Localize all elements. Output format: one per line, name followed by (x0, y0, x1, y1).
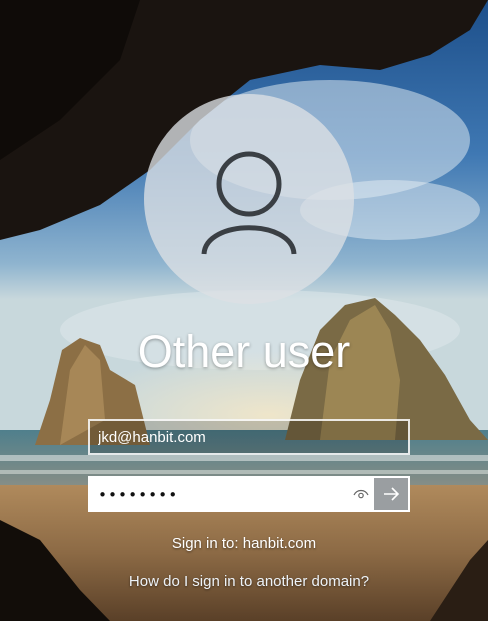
eye-icon[interactable] (352, 486, 370, 502)
submit-button[interactable] (374, 478, 408, 510)
account-name: Other user (137, 326, 351, 377)
password-input[interactable] (96, 478, 350, 512)
arrow-right-icon (384, 487, 400, 501)
lock-screen: Other user Sign in to: hanbit.com How do… (0, 0, 488, 621)
user-silhouette-icon (201, 151, 297, 255)
username-input[interactable] (88, 419, 410, 455)
password-field[interactable] (88, 476, 410, 512)
sign-in-domain-label: Sign in to: hanbit.com (171, 535, 317, 552)
other-domain-link[interactable]: How do I sign in to another domain? (0, 573, 488, 590)
user-avatar (144, 94, 354, 304)
